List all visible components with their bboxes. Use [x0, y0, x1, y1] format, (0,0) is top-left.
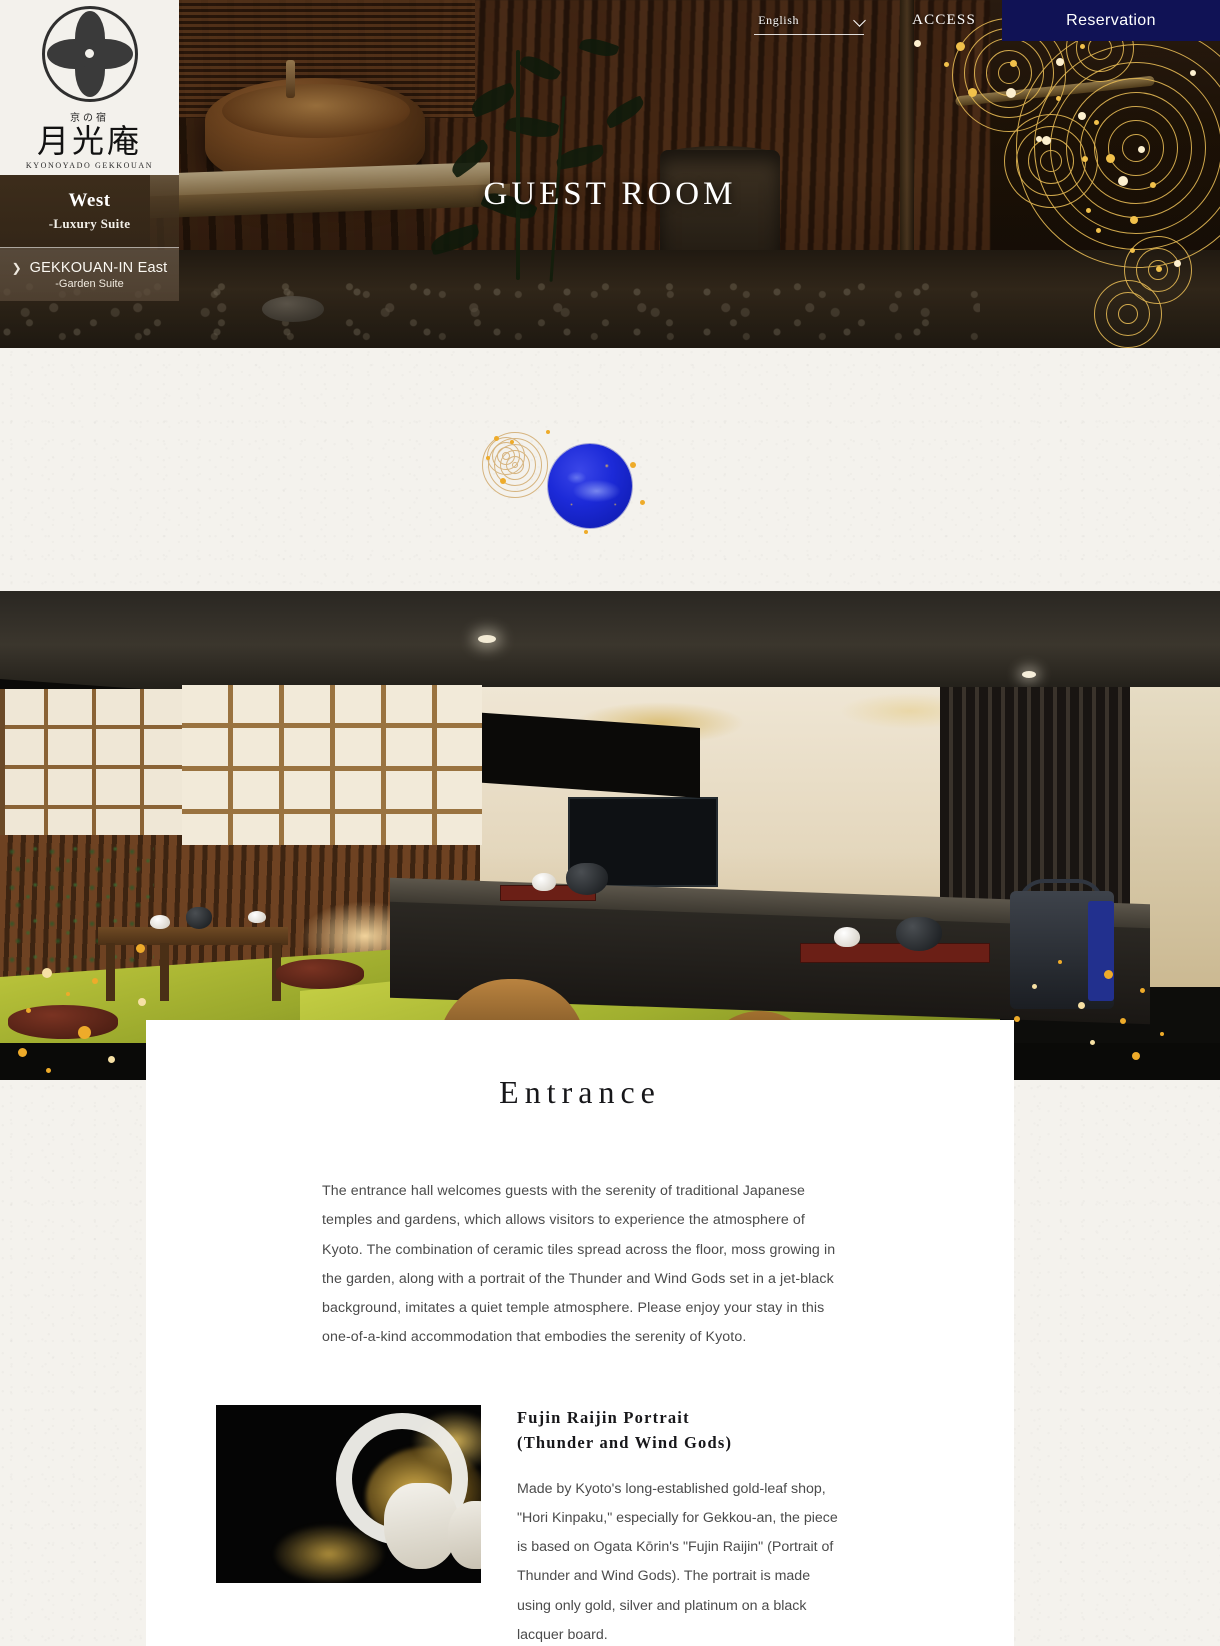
- room-photo: [0, 591, 1220, 1080]
- entrance-content-card: Entrance The entrance hall welcomes gues…: [146, 1020, 1014, 1646]
- access-link[interactable]: ACCESS: [886, 0, 1002, 41]
- divider-section: [0, 348, 1220, 591]
- chevron-right-icon: ❯: [11, 260, 22, 275]
- artwork-section: Fujin Raijin Portrait (Thunder and Wind …: [216, 1404, 1014, 1646]
- language-underline: [754, 34, 865, 35]
- fujin-raijin-image[interactable]: [216, 1404, 481, 1583]
- moon-circle: [548, 444, 632, 528]
- site-logo[interactable]: 京の宿 月光庵 KYONOYADO GEKKOUAN: [0, 0, 179, 175]
- artwork-body-text: Made by Kyoto's long-established gold-le…: [517, 1480, 838, 1643]
- reservation-button[interactable]: Reservation: [1002, 0, 1220, 41]
- sidebar: 京の宿 月光庵 KYONOYADO GEKKOUAN West -Luxury …: [0, 0, 179, 301]
- entrance-body-text: The entrance hall welcomes guests with t…: [322, 1183, 836, 1346]
- kamon-crest-icon: [41, 5, 138, 102]
- sidebar-item-east-subtitle: -Garden Suite: [55, 277, 124, 290]
- logo-name-ja: 月光庵: [36, 121, 142, 160]
- entrance-heading: Entrance: [499, 1074, 661, 1110]
- blue-moon-ornament: [482, 430, 668, 544]
- logo-name-romaji: KYONOYADO GEKKOUAN: [25, 160, 154, 170]
- page-title: GUEST ROOM: [483, 176, 737, 212]
- top-navigation: English ACCESS Reservation: [754, 0, 1220, 41]
- language-label: English: [758, 13, 800, 27]
- chevron-down-icon: [855, 15, 866, 26]
- hero-banner: GUEST ROOM: [0, 0, 1220, 348]
- sidebar-item-east-title: GEKKOUAN-IN East: [29, 259, 168, 276]
- sidebar-item-west[interactable]: West -Luxury Suite: [0, 175, 179, 247]
- sidebar-item-east[interactable]: ❯ GEKKOUAN-IN East -Garden Suite: [0, 247, 179, 301]
- sidebar-item-west-subtitle: -Luxury Suite: [48, 216, 131, 231]
- page-root: GUEST ROOM English ACCESS Reservation 京の…: [0, 0, 1220, 1646]
- artwork-heading-line2: (Thunder and Wind Gods): [517, 1432, 733, 1452]
- artwork-heading-line1: Fujin Raijin Portrait: [517, 1407, 690, 1427]
- sidebar-item-west-title: West: [68, 190, 111, 211]
- language-selector[interactable]: English: [754, 0, 868, 41]
